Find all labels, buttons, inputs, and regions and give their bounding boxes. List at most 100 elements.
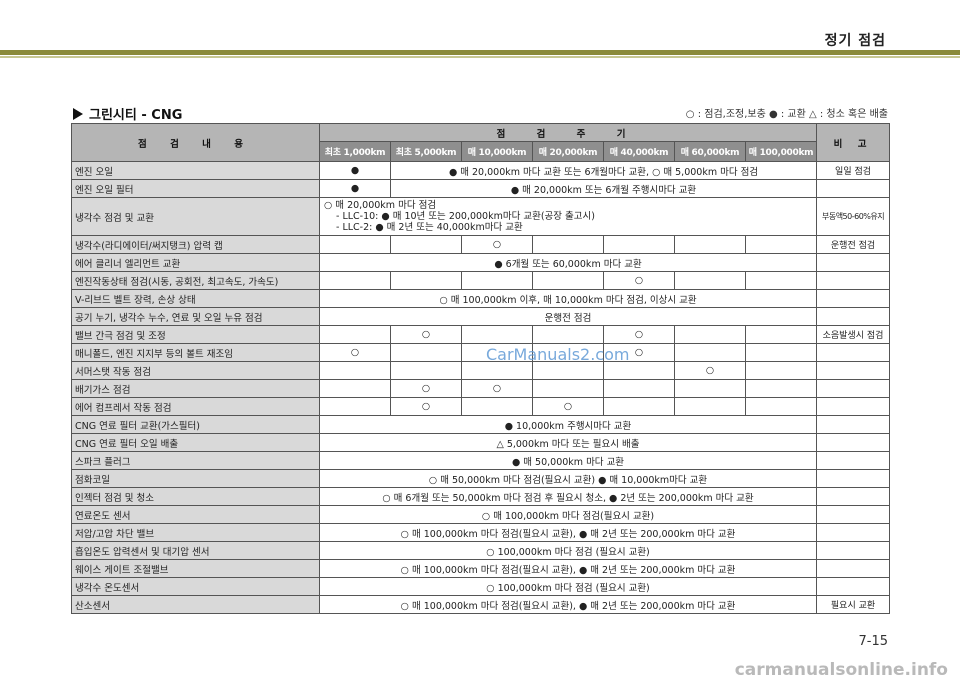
interval-header: 매 60,000km: [674, 141, 746, 162]
note-cell: [816, 469, 891, 488]
item-cell: 엔진 오일: [71, 161, 320, 180]
interval-cell: [674, 235, 746, 254]
interval-cell: [603, 235, 675, 254]
page-number: 7-15: [858, 634, 888, 649]
interval-cell: ○: [461, 379, 533, 398]
note-cell: 일일 점검: [816, 161, 891, 180]
item-cell: CNG 연료 필터 오일 배출: [71, 433, 320, 452]
item-cell: 에어 클리너 엘리먼트 교환: [71, 253, 320, 272]
interval-header: 매 40,000km: [603, 141, 675, 162]
interval-cell: [461, 271, 533, 290]
interval-cell: [603, 397, 675, 416]
interval-cell: [319, 325, 391, 344]
section-heading: 그린시티 - CNG: [73, 104, 182, 123]
table-row: 저압/고압 차단 밸브 ○ 매 100,000km 마다 점검(필요시 교환),…: [71, 523, 891, 542]
interval-cell: [532, 379, 604, 398]
item-cell: 연료온도 센서: [71, 505, 320, 524]
interval-cell: [603, 361, 675, 380]
item-cell: 흡입온도 압력센서 및 대기압 센서: [71, 541, 320, 560]
interval-cell: ○: [390, 397, 462, 416]
table-row: 엔진 오일 ● ● 매 20,000km 마다 교환 또는 6개월마다 교환, …: [71, 161, 891, 180]
table-row: 인젝터 점검 및 청소 ○ 매 6개월 또는 50,000km 마다 점검 후 …: [71, 487, 891, 506]
interval-span-cell: ○ 매 100,000km 마다 점검(필요시 교환), ● 매 2년 또는 2…: [318, 523, 818, 542]
note-cell: [816, 307, 891, 326]
note-cell: [816, 433, 891, 452]
interval-span-cell: 운행전 점검: [318, 307, 818, 326]
note-cell: 운행전 점검: [816, 235, 891, 254]
interval-cell: [390, 343, 462, 362]
item-cell: 서머스탯 작동 점검: [71, 361, 320, 380]
interval-cell: [390, 235, 462, 254]
coolant-line: - LLC-10: ● 매 10년 또는 200,000km마다 교환(공장 출…: [336, 211, 595, 222]
header-item: 점 검 내 용: [71, 123, 320, 162]
header-rule: [0, 50, 960, 55]
symbol-legend: ○ : 점검,조정,보충 ● : 교환 △ : 청소 혹은 배출: [685, 109, 888, 120]
section-title: 정기 점검: [824, 33, 886, 49]
note-cell: 부동액50-60%유지: [816, 197, 891, 236]
note-cell: [816, 271, 891, 290]
interval-span-cell: ○ 매 100,000km 마다 점검(필요시 교환), ● 매 2년 또는 2…: [318, 595, 818, 614]
table-row: 냉각수 온도센서 ○ 100,000km 마다 점검 (필요시 교환): [71, 577, 891, 596]
table-row: 에어 클리너 엘리먼트 교환 ● 6개월 또는 60,000km 마다 교환: [71, 253, 891, 272]
table-row: 밸브 간극 점검 및 조정 ○ ○ 소음발생시 점검: [71, 325, 891, 344]
interval-cell: ●: [319, 161, 391, 180]
interval-cell: [744, 271, 818, 290]
interval-cell: [319, 397, 391, 416]
note-cell: [816, 487, 891, 506]
item-cell: 엔진작동상태 점검(시동, 공회전, 최고속도, 가속도): [71, 271, 320, 290]
interval-cell: ●: [319, 179, 391, 198]
note-cell: [816, 379, 891, 398]
table-row: 서머스탯 작동 점검 ○: [71, 361, 891, 380]
interval-cell: [319, 379, 391, 398]
interval-cell: [532, 235, 604, 254]
table-row: 흡입온도 압력센서 및 대기압 센서 ○ 100,000km 마다 점검 (필요…: [71, 541, 891, 560]
table-row: CNG 연료 필터 오일 배출 △ 5,000km 마다 또는 필요시 배출: [71, 433, 891, 452]
interval-cell: ○: [390, 379, 462, 398]
interval-cell: [744, 325, 818, 344]
table-row: 공기 누기, 냉각수 누수, 연료 및 오일 누유 점검 운행전 점검: [71, 307, 891, 326]
item-cell: 냉각수 점검 및 교환: [71, 197, 320, 236]
coolant-line: ○ 매 20,000km 마다 점검: [324, 200, 437, 211]
note-cell: [816, 541, 891, 560]
interval-cell: [461, 361, 533, 380]
item-cell: 매니폴드, 엔진 지지부 등의 볼트 재조임: [71, 343, 320, 362]
interval-span-cell: ○ 100,000km 마다 점검 (필요시 교환): [318, 577, 818, 596]
table-row: 점화코일 ○ 매 50,000km 마다 점검(필요시 교환) ● 매 10,0…: [71, 469, 891, 488]
table-row: CNG 연료 필터 교환(가스필터) ● 10,000km 주행시마다 교환: [71, 415, 891, 434]
item-cell: 배기가스 점검: [71, 379, 320, 398]
interval-span-cell: ● 매 50,000km 마다 교환: [318, 451, 818, 470]
table-header-row: 점 검 내 용 점 검 주 기 비 고: [71, 123, 891, 162]
interval-span-cell: ○ 매 100,000km 마다 점검(필요시 교환): [318, 505, 818, 524]
item-cell: 엔진 오일 필터: [71, 179, 320, 198]
table-row: 웨이스 게이트 조절밸브 ○ 매 100,000km 마다 점검(필요시 교환)…: [71, 559, 891, 578]
note-cell: [816, 179, 891, 198]
interval-cell: [461, 325, 533, 344]
interval-span-cell: ● 6개월 또는 60,000km 마다 교환: [318, 253, 818, 272]
note-cell: [816, 523, 891, 542]
interval-cell: ○: [319, 343, 391, 362]
note-cell: 소음발생시 점검: [816, 325, 891, 344]
note-cell: [816, 343, 891, 362]
header-period: 점 검 주 기: [318, 123, 818, 142]
interval-cell: ○: [532, 397, 604, 416]
interval-cell: [532, 325, 604, 344]
item-cell: 밸브 간극 점검 및 조정: [71, 325, 320, 344]
table-row: 냉각수 점검 및 교환 ○ 매 20,000km 마다 점검 - LLC-10:…: [71, 197, 891, 236]
interval-cell: [744, 397, 818, 416]
interval-span-cell: ○ 매 50,000km 마다 점검(필요시 교환) ● 매 10,000km마…: [318, 469, 818, 488]
heading-text: 그린시티 - CNG: [89, 108, 183, 123]
interval-cell: [674, 325, 746, 344]
item-cell: 냉각수(라디에이터/써지탱크) 압력 캡: [71, 235, 320, 254]
footer-watermark: carmanualsonline.info: [734, 660, 948, 680]
item-cell: V-리브드 벨트 장력, 손상 상태: [71, 289, 320, 308]
note-cell: [816, 451, 891, 470]
interval-cell: ○: [674, 361, 746, 380]
item-cell: CNG 연료 필터 교환(가스필터): [71, 415, 320, 434]
item-cell: 웨이스 게이트 조절밸브: [71, 559, 320, 578]
interval-cell: [461, 397, 533, 416]
note-cell: [816, 415, 891, 434]
table-row: 배기가스 점검 ○ ○: [71, 379, 891, 398]
item-cell: 저압/고압 차단 밸브: [71, 523, 320, 542]
interval-cell: ○: [603, 271, 675, 290]
watermark: CarManuals2.com: [486, 345, 630, 364]
